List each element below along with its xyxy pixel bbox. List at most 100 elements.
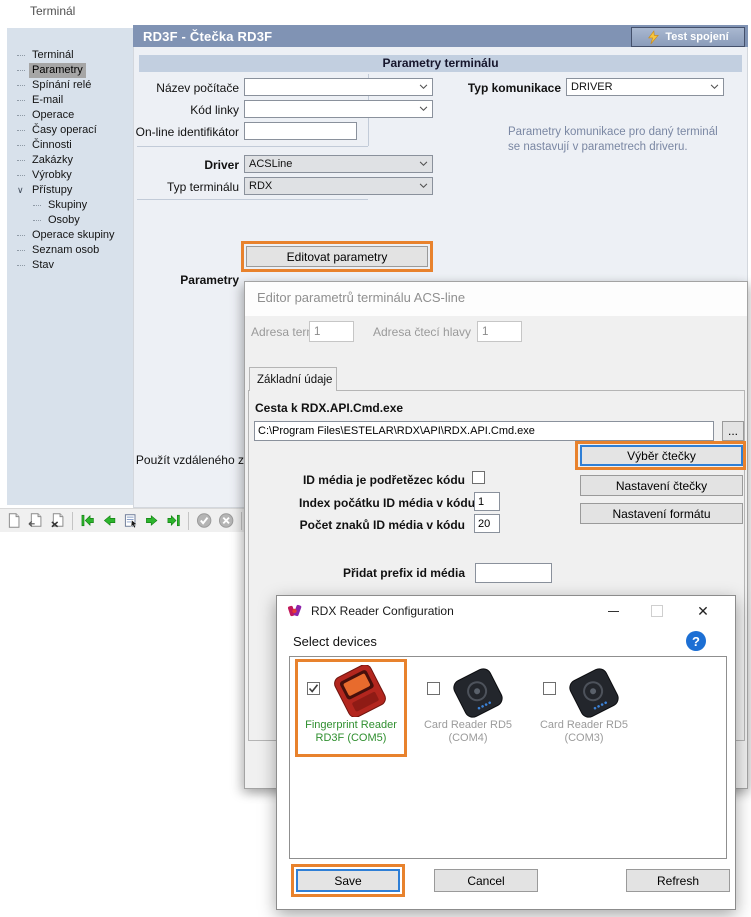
expand-arrow-icon[interactable]: ∨ [17,183,26,198]
sidebar-item-seznam-osob[interactable]: Seznam osob [7,243,133,258]
sidebar-item-zakazky[interactable]: Zakázky [7,153,133,168]
nazev-pocitace-combo[interactable] [244,78,433,96]
parametry-label: Parametry [134,273,239,287]
tree-line [17,115,25,116]
device-list: Fingerprint Reader RD3F (COM5) Card Read… [289,656,727,859]
prefix-label: Přidat prefix id média [299,566,465,580]
help-icon[interactable]: ? [686,631,706,651]
kod-linky-combo[interactable] [244,100,433,118]
editovat-parametry-button[interactable]: Editovat parametry [246,246,428,267]
chevron-down-icon [419,161,428,167]
kod-linky-label: Kód linky [134,103,239,117]
checkmark-icon [308,683,319,694]
online-identifikator-input[interactable] [244,122,357,140]
pocet-input[interactable] [474,514,500,533]
tree-line [17,235,25,236]
id-media-checkbox[interactable] [472,471,485,484]
device-checkbox-rd3f[interactable] [307,682,320,695]
tree-line [17,70,25,71]
adresa-cteci-hlavy-input[interactable] [477,321,522,342]
sidebar-item-operace-skupiny[interactable]: Operace skupiny [7,228,133,243]
tree-line [17,130,25,131]
sidebar-item-pristupy[interactable]: ∨Přístupy [7,183,133,198]
chevron-down-icon [419,183,428,189]
save-button[interactable]: Save [296,869,400,892]
sidebar-item-skupiny[interactable]: Skupiny [7,198,133,213]
confirm-icon[interactable] [196,512,212,529]
pocet-label: Počet znaků ID média v kódu [299,518,465,532]
vyber-ctecky-button[interactable]: Výběr čtečky [580,445,743,466]
record-toolbar [0,508,244,532]
sidebar-item-cinnosti[interactable]: Činnosti [7,138,133,153]
nastaveni-ctecky-button[interactable]: Nastavení čtečky [580,475,743,496]
chevron-down-icon [419,106,428,112]
device-checkbox-rd5-com4[interactable] [427,682,440,695]
id-media-checkbox-label: ID média je podřetězec kódu [299,473,465,487]
device-label-rd3f[interactable]: Fingerprint Reader RD3F (COM5) [295,719,407,745]
tree-line [33,220,41,221]
nastaveni-formatu-button[interactable]: Nastavení formátu [580,503,743,524]
prefix-input[interactable] [475,563,552,583]
minimize-icon [608,611,619,612]
adresa-terminalu-input[interactable] [309,321,354,342]
copy-record-icon[interactable] [27,512,43,529]
sidebar-item-casy-operaci[interactable]: Časy operací [7,123,133,138]
first-record-icon[interactable] [80,512,96,529]
cancel-button[interactable]: Cancel [434,869,538,892]
tree-line [17,85,25,86]
test-spojeni-button[interactable]: Test spojení [631,27,745,47]
tree-line [17,175,25,176]
driver-label: Driver [134,158,239,172]
index-label: Index počátku ID média v kódu [299,496,465,510]
driver-combo[interactable]: ACSLine [244,155,433,173]
maximize-button[interactable] [643,596,671,626]
tree-line [17,100,25,101]
new-record-icon[interactable] [6,512,22,529]
browse-button[interactable]: ... [722,421,744,441]
sidebar-item-operace[interactable]: Operace [7,108,133,123]
section-title: Parametry terminálu [139,55,742,72]
card-reader-image[interactable] [562,667,626,719]
editor-dialog-titlebar: Editor parametrů terminálu ACS-line [245,282,747,316]
select-devices-label: Select devices [293,634,377,649]
device-label-rd5-com4[interactable]: Card Reader RD5 (COM4) [412,719,524,745]
tree-line [33,205,41,206]
minimize-button[interactable] [599,596,627,626]
previous-record-icon[interactable] [101,512,117,529]
tab-zakladni-udaje[interactable]: Základní údaje [249,367,337,391]
typ-terminalu-combo[interactable]: RDX [244,177,433,195]
sidebar-item-vyrobky[interactable]: Výrobky [7,168,133,183]
browse-records-icon[interactable] [123,512,139,529]
tree-line [17,145,25,146]
sidebar-item-osoby[interactable]: Osoby [7,213,133,228]
close-button[interactable]: ✕ [689,596,717,626]
device-checkbox-rd5-com3[interactable] [543,682,556,695]
refresh-button[interactable]: Refresh [626,869,730,892]
panel-title: RD3F - Čtečka RD3F [133,29,272,44]
toolbar-separator [72,512,73,530]
typ-komunikace-combo[interactable]: DRIVER [566,78,724,96]
next-record-icon[interactable] [144,512,160,529]
rdx-app-icon [287,603,303,619]
lightning-icon [647,30,659,45]
cesta-input[interactable] [254,421,714,441]
rdx-dialog-title: RDX Reader Configuration [311,604,454,618]
device-label-rd5-com3[interactable]: Card Reader RD5 (COM3) [528,719,640,745]
cancel-icon[interactable] [218,512,234,529]
sidebar-item-email[interactable]: E-mail [7,93,133,108]
sidebar-item-stav[interactable]: Stav [7,258,133,273]
sidebar-item-parametry[interactable]: Parametry [7,63,133,78]
navigation-tree: Terminál Parametry Spínání relé E-mail O… [7,28,133,273]
toolbar-separator [188,512,189,530]
sidebar-item-spinani-rele[interactable]: Spínání relé [7,78,133,93]
fingerprint-reader-image[interactable] [328,665,392,717]
maximize-icon [651,605,663,617]
separator [137,146,368,147]
sidebar-item-terminal[interactable]: Terminál [7,48,133,63]
pouzit-label: Použít vzdáleného z [134,453,244,467]
last-record-icon[interactable] [165,512,181,529]
tree-line [17,160,25,161]
index-input[interactable] [474,492,500,511]
card-reader-image[interactable] [446,667,510,719]
delete-record-icon[interactable] [49,512,65,529]
